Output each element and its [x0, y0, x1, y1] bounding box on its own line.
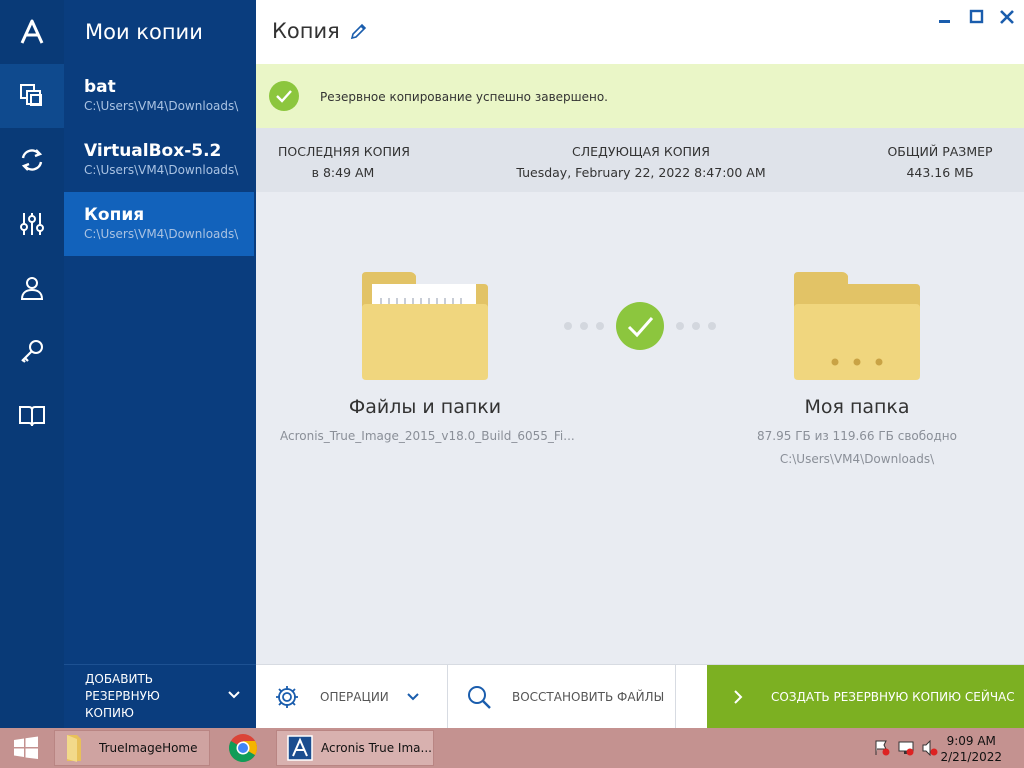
windows-logo-icon: [14, 736, 38, 759]
acronis-logo-icon: [20, 19, 44, 44]
next-backup-label: Следующая копия: [572, 144, 710, 159]
total-size-value: 443.16 МБ: [906, 165, 974, 180]
flag-warning-icon[interactable]: [874, 740, 890, 756]
destination-folder-icon[interactable]: [792, 270, 922, 382]
chevron-down-icon: [407, 692, 419, 700]
system-clock[interactable]: 9:09 AM 2/21/2022: [940, 733, 1002, 765]
volume-muted-icon[interactable]: [922, 740, 938, 756]
backup-path: C:\Users\VM4\Downloads\: [84, 227, 239, 241]
backup-stats: Последняя копия в 8:49 AM Следующая копи…: [256, 128, 1024, 192]
chevron-right-icon: [734, 690, 743, 704]
search-icon: [468, 685, 491, 709]
rail-tools-button[interactable]: [0, 192, 64, 256]
backup-name: Копия: [84, 205, 145, 225]
user-icon: [20, 277, 44, 300]
last-backup-stat: Последняя копия в 8:49 AM: [278, 144, 410, 180]
backup-now-button[interactable]: Создать резервную копию сейчас: [707, 665, 1024, 729]
rail-help-button[interactable]: [0, 384, 64, 448]
backup-overview: Файлы и папки Acronis_True_Image_2015_v1…: [256, 192, 1024, 664]
rail-sync-button[interactable]: [0, 128, 64, 192]
check-circle-icon: [269, 81, 299, 111]
rail-backup-button[interactable]: [0, 64, 64, 128]
taskbar-item-acronis[interactable]: Acronis True Ima...: [276, 730, 434, 766]
backup-path: C:\Users\VM4\Downloads\: [84, 163, 239, 177]
header: Копия: [256, 0, 1024, 64]
source-title: Файлы и папки: [348, 396, 502, 418]
backup-now-label: Создать резервную копию сейчас: [771, 690, 1015, 704]
icon-rail: [0, 0, 64, 728]
banner-message: Резервное копирование успешно завершено.: [320, 90, 608, 104]
source-subtitle: Acronis_True_Image_2015_v18.0_Build_6055…: [280, 429, 575, 443]
sliders-icon: [20, 213, 44, 235]
last-backup-value: в 8:49 AM: [311, 165, 375, 180]
acronis-logo: [0, 0, 64, 64]
network-icon[interactable]: [898, 740, 914, 756]
restore-files-label: Восстановить файлы: [512, 689, 665, 704]
destination-title: Моя папка: [804, 396, 910, 418]
destination-path: C:\Users\VM4\Downloads\: [779, 452, 935, 466]
operations-button[interactable]: Операции: [274, 665, 446, 728]
backup-copies-icon: [20, 84, 42, 106]
book-icon: [19, 406, 45, 427]
list-title: Мои копии: [85, 20, 203, 44]
backup-path: C:\Users\VM4\Downloads\: [84, 99, 239, 113]
taskbar-item-label: TrueImageHome: [99, 741, 198, 755]
source-folder-icon[interactable]: [360, 270, 490, 382]
backup-item-virtualbox[interactable]: VirtualBox-5.2 C:\Users\VM4\Downloads\: [64, 128, 254, 192]
gear-icon: [276, 685, 298, 708]
taskbar-item-chrome[interactable]: [218, 730, 268, 766]
taskbar-item-label: Acronis True Ima...: [321, 741, 431, 755]
chevron-down-icon: [228, 691, 240, 699]
add-backup-label: ДОБАВИТЬ РЕЗЕРВНУЮ КОПИЮ: [85, 672, 160, 720]
clock-time: 9:09 AM: [946, 734, 996, 748]
status-banner: Резервное копирование успешно завершено.: [256, 64, 1024, 128]
windows-taskbar: TrueImageHome Acronis True Ima... 9:09 A…: [0, 728, 1024, 768]
toolbar-divider: [447, 665, 448, 728]
total-size-stat: Общий размер 443.16 МБ: [874, 144, 1006, 180]
backup-list-panel: Мои копии bat C:\Users\VM4\Downloads\ Vi…: [64, 0, 256, 728]
rail-key-button[interactable]: [0, 320, 64, 384]
last-backup-label: Последняя копия: [278, 144, 410, 159]
backup-name: VirtualBox-5.2: [84, 141, 222, 161]
backup-item-bat[interactable]: bat C:\Users\VM4\Downloads\: [64, 64, 254, 128]
sync-icon: [21, 149, 43, 171]
restore-files-button[interactable]: Восстановить файлы: [466, 665, 676, 728]
success-check-icon: [616, 302, 664, 350]
toolbar-divider: [675, 665, 676, 728]
next-backup-stat: Следующая копия Tuesday, February 22, 20…: [516, 144, 766, 180]
status-connector: [564, 302, 716, 350]
rail-account-button[interactable]: [0, 256, 64, 320]
backup-name: bat: [84, 77, 116, 97]
operations-label: Операции: [320, 689, 389, 704]
add-backup-button[interactable]: ДОБАВИТЬ РЕЗЕРВНУЮ КОПИЮ: [64, 664, 256, 728]
acronis-app-icon: [287, 735, 313, 761]
close-icon[interactable]: [998, 8, 1016, 26]
chrome-icon: [229, 734, 257, 762]
taskbar-item-trueimagehome[interactable]: TrueImageHome: [54, 730, 210, 766]
folder-icon: [67, 735, 81, 762]
destination-space: 87.95 ГБ из 119.66 ГБ свободно: [757, 429, 957, 443]
maximize-icon[interactable]: [968, 8, 986, 26]
next-backup-value: Tuesday, February 22, 2022 8:47:00 AM: [516, 165, 766, 180]
minimize-icon[interactable]: [936, 8, 954, 26]
pencil-icon[interactable]: [350, 22, 368, 40]
key-icon: [21, 340, 43, 363]
clock-date: 2/21/2022: [940, 750, 1002, 764]
page-title: Копия: [272, 19, 340, 43]
start-button[interactable]: [6, 730, 46, 766]
backup-item-kopiya[interactable]: Копия C:\Users\VM4\Downloads\: [64, 192, 254, 256]
total-size-label: Общий размер: [887, 144, 993, 159]
bottom-toolbar: Операции Восстановить файлы Создать резе…: [256, 664, 1024, 729]
